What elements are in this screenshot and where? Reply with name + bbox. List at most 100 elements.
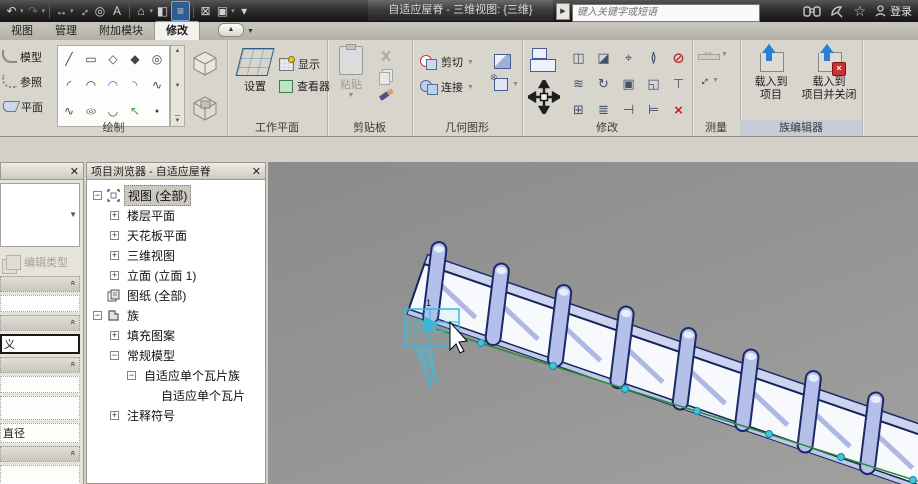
aligned-dimension-icon[interactable]: ↔ ▾ (53, 2, 75, 20)
split-element-icon[interactable]: ≬ (641, 45, 666, 71)
panel-label-modify[interactable]: 修改 (522, 120, 692, 136)
ridge-beam[interactable] (406, 238, 918, 484)
expand-icon[interactable]: + (110, 270, 119, 280)
draw-gallery-scrollbar[interactable]: ▲ ▼ ▼ (170, 45, 185, 127)
start-end-radius-arc-tool[interactable]: ◠ (102, 72, 124, 98)
rotate-icon[interactable]: ↻ (591, 71, 616, 97)
dimension-dropdown-icon[interactable]: ▼ (721, 51, 728, 58)
property-value-field[interactable]: 义 (0, 334, 80, 354)
cut-dropdown-icon[interactable]: ▼ (467, 59, 474, 66)
search-input[interactable] (572, 3, 760, 22)
model-line-mode[interactable]: 模型 (2, 44, 54, 69)
property-group-header[interactable]: « (0, 446, 80, 462)
close-hidden-windows-icon[interactable]: ⊠ (197, 2, 214, 20)
text-icon[interactable]: A (109, 2, 126, 20)
match-properties-icon[interactable] (378, 88, 395, 101)
paste-button[interactable]: 粘贴 ▼ (333, 44, 369, 99)
paste-dropdown-icon[interactable]: ▼ (333, 92, 369, 99)
move-icon[interactable] (528, 80, 560, 114)
center-ends-arc-tool[interactable]: ◠ (80, 72, 102, 98)
collapse-icon[interactable]: − (110, 350, 119, 360)
property-row[interactable] (0, 376, 80, 393)
property-row-diameter[interactable]: 直径 (0, 423, 80, 443)
tree-item[interactable]: + 填充图案 (87, 325, 265, 345)
fillet-arc-tool[interactable]: ◜ (58, 72, 80, 98)
section-icon[interactable]: ◧ (154, 2, 171, 20)
expand-icon[interactable]: + (110, 230, 119, 240)
mirror-draw-axis-icon[interactable]: ◪ (591, 45, 616, 71)
property-row[interactable] (0, 295, 80, 312)
polygon-inscribed-tool[interactable]: ◇ (102, 46, 124, 72)
property-group-header[interactable]: « (0, 357, 80, 373)
mirror-pick-axis-icon[interactable]: ◫ (566, 45, 591, 71)
favorites-icon[interactable]: ☆ (853, 1, 866, 21)
tree-item[interactable]: − 视图 (全部) (87, 184, 265, 206)
switch-windows-icon[interactable]: ▣ ▾ (214, 2, 236, 20)
panel-label-measure[interactable]: 测量 (692, 120, 740, 136)
align-icon[interactable]: ⌖ (616, 45, 641, 71)
tab-管理[interactable]: 管理 (44, 22, 88, 40)
tree-item[interactable]: + 立面 (立面 1) (87, 265, 265, 285)
tree-item[interactable]: − 自适应单个瓦片族 (87, 365, 265, 385)
drawing-area-3d-view[interactable]: 1 (268, 162, 918, 484)
undo-icon[interactable]: ↶ ▾ (3, 2, 25, 20)
panel-label-draw[interactable]: 绘制 (0, 120, 227, 136)
customize-qat-icon[interactable]: ▾ (236, 2, 253, 20)
tangent-arc-tool[interactable]: ◝ (124, 72, 146, 98)
ribbon-collapse-button[interactable]: ▲ (218, 23, 244, 37)
demolish-button[interactable]: ▼ (490, 72, 519, 91)
expand-icon[interactable]: + (110, 330, 119, 340)
join-dropdown-icon[interactable]: ▼ (467, 84, 474, 91)
reference-line-mode[interactable]: 参照 (2, 69, 54, 94)
tree-item[interactable]: 图纸 (全部) (87, 285, 265, 305)
type-selector[interactable]: ▼ (0, 183, 80, 247)
copy-to-clipboard-icon[interactable] (379, 72, 390, 85)
split-face-icon[interactable] (494, 54, 511, 69)
panel-label-work-plane[interactable]: 工作平面 (227, 120, 327, 136)
expand-icon[interactable]: + (110, 410, 119, 420)
set-work-plane-button[interactable]: 设置 (233, 48, 277, 94)
cut-to-clipboard-icon[interactable] (379, 50, 393, 62)
tab-修改[interactable]: 修改 (154, 21, 200, 40)
tree-item[interactable]: + 天花板平面 (87, 225, 265, 245)
measure-icon[interactable]: ↔ (74, 2, 92, 20)
tree-item[interactable]: − 族 (87, 305, 265, 325)
property-row[interactable] (0, 465, 80, 484)
sign-in[interactable]: 登录 (875, 3, 912, 19)
collapse-icon[interactable]: − (93, 190, 102, 200)
thin-lines-icon[interactable]: ≡ (171, 1, 191, 21)
title-expand-button[interactable]: ▶ (556, 3, 570, 20)
load-into-project-and-close-button[interactable]: × 载入到 项目并关闭 (800, 44, 858, 102)
panel-label-family-editor[interactable]: 族编辑器 (740, 120, 862, 136)
solid-form-icon[interactable] (188, 46, 222, 84)
viewer-button[interactable]: 查看器 (279, 78, 330, 94)
spline-tool[interactable]: ∿ (146, 72, 168, 98)
collapse-icon[interactable]: − (93, 310, 102, 320)
tree-item[interactable]: + 三维视图 (87, 245, 265, 265)
redo-icon[interactable]: ↷ ▾ (25, 2, 47, 20)
select-box-icon[interactable] (530, 48, 556, 72)
collapse-icon[interactable]: − (127, 370, 136, 380)
tree-item[interactable]: + 注释符号 (87, 405, 265, 425)
expand-icon[interactable]: + (110, 210, 119, 220)
circle-tool[interactable]: ◎ (146, 46, 168, 72)
property-row[interactable] (0, 396, 80, 420)
tree-item[interactable]: − 常规模型 (87, 345, 265, 365)
property-group-header[interactable]: « (0, 315, 80, 331)
default-3d-view-icon[interactable]: ⌂ ▾ (133, 2, 155, 20)
rectangle-tool[interactable]: ▭ (80, 46, 102, 72)
tree-item[interactable]: 自适应单个瓦片 (87, 385, 265, 405)
expand-icon[interactable]: + (110, 250, 119, 260)
properties-close-icon[interactable]: ✕ (70, 165, 79, 178)
tab-视图[interactable]: 视图 (0, 22, 44, 40)
tab-附加模块[interactable]: 附加模块 (88, 22, 154, 40)
scroll-down-icon[interactable]: ▼ (175, 81, 181, 91)
panel-label-clipboard[interactable]: 剪贴板 (327, 120, 412, 136)
scroll-up-icon[interactable]: ▲ (175, 46, 181, 56)
communication-center-icon[interactable] (830, 5, 844, 18)
demolish-dropdown-icon[interactable]: ▼ (512, 81, 519, 88)
show-work-plane-button[interactable]: 显示 (279, 55, 330, 72)
load-into-project-button[interactable]: 载入到 项目 (742, 44, 800, 102)
property-group-header[interactable]: « (0, 276, 80, 292)
ribbon-collapse-dropdown-icon[interactable]: ▼ (247, 28, 254, 35)
